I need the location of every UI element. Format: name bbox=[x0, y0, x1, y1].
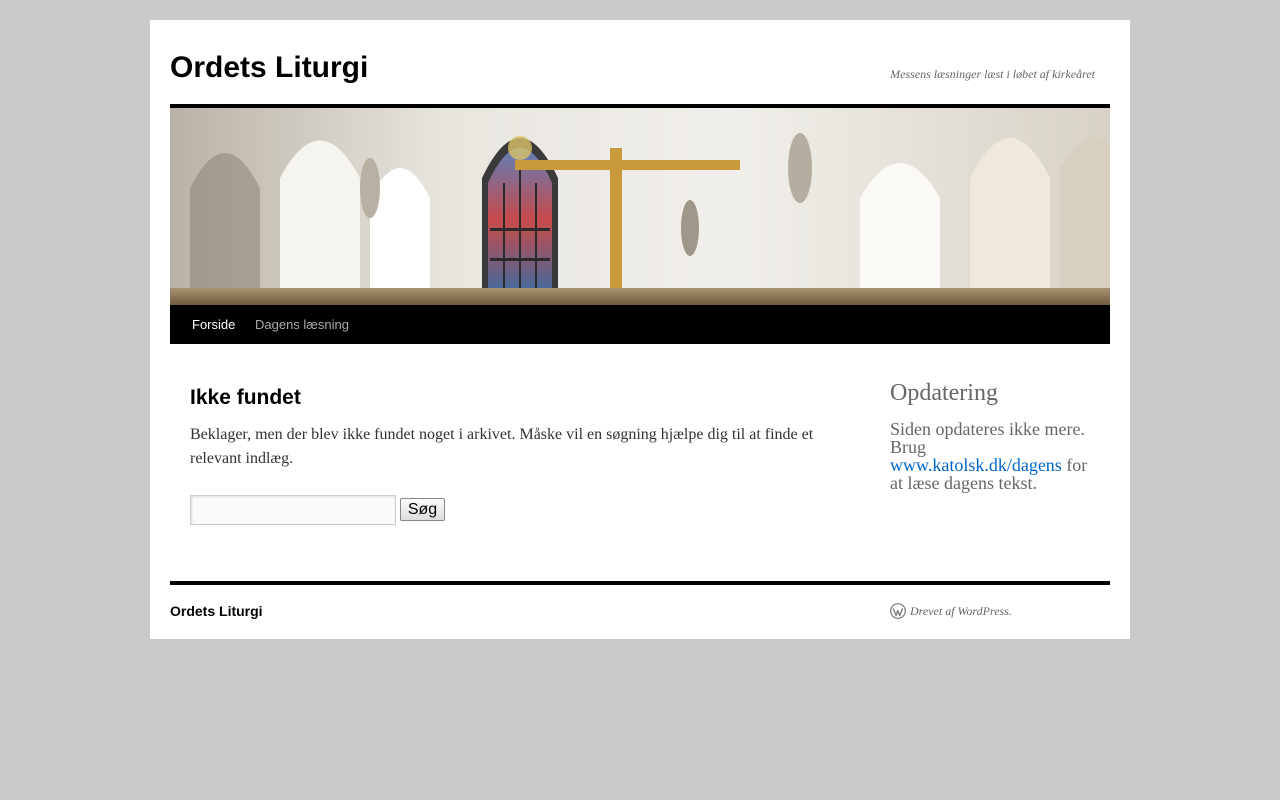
nav-item-forside[interactable]: Forside bbox=[192, 305, 235, 344]
footer-divider bbox=[170, 581, 1110, 585]
site-title[interactable]: Ordets Liturgi bbox=[170, 48, 368, 88]
main-navigation: Forside Dagens læsning bbox=[170, 305, 1110, 344]
site-description: Messens læsninger læst i løbet af kirkeå… bbox=[890, 67, 1095, 81]
search-input[interactable] bbox=[190, 495, 396, 525]
page-wrapper: Ordets Liturgi Messens læsninger læst i … bbox=[150, 20, 1130, 639]
katolsk-link[interactable]: www.katolsk.dk/dagens bbox=[890, 455, 1062, 475]
footer-credit-text: Drevet af WordPress. bbox=[910, 603, 1012, 618]
widget-title: Opdatering bbox=[890, 380, 998, 406]
header-image bbox=[170, 108, 1110, 305]
search-button[interactable]: Søg bbox=[400, 498, 445, 521]
nav-item-dagens-laesning[interactable]: Dagens læsning bbox=[255, 305, 349, 344]
widget-text-before: Siden opdateres ikke mere. Brug bbox=[890, 419, 1085, 457]
not-found-message: Beklager, men der blev ikke fundet noget… bbox=[190, 426, 814, 467]
wordpress-icon bbox=[890, 603, 906, 619]
footer-credit-link[interactable]: Drevet af WordPress. bbox=[890, 603, 1012, 619]
widget-text: Siden opdateres ikke mere. Brug www.kato… bbox=[890, 420, 1100, 492]
footer-site-title[interactable]: Ordets Liturgi bbox=[170, 603, 263, 619]
page-title: Ikke fundet bbox=[190, 386, 301, 409]
